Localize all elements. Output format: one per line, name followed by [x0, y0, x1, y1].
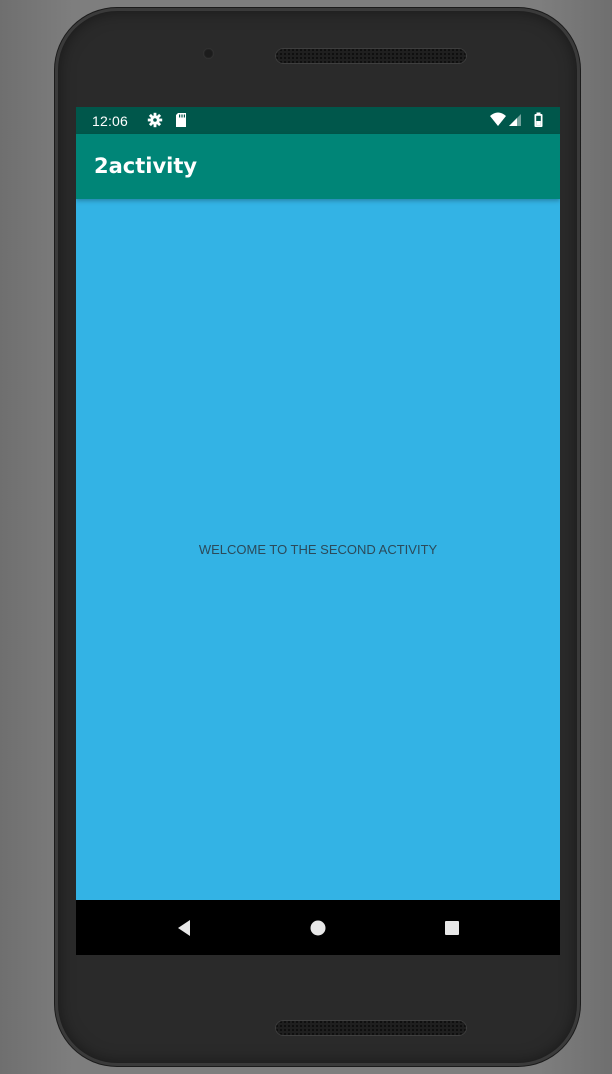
wifi-icon — [489, 112, 507, 133]
status-time: 12:06 — [92, 113, 129, 129]
front-camera — [203, 48, 214, 59]
activity-content: WELCOME TO THE SECOND ACTIVITY — [76, 199, 560, 900]
battery-icon — [534, 112, 543, 133]
top-speaker — [275, 48, 467, 64]
navigation-bar — [76, 900, 560, 955]
home-icon[interactable] — [306, 916, 330, 940]
app-bar: 2activity — [76, 134, 560, 199]
signal-icon — [508, 112, 522, 133]
recents-icon[interactable] — [440, 916, 464, 940]
status-bar: 12:06 — [76, 107, 560, 134]
sd-card-icon — [174, 112, 188, 133]
gear-icon — [147, 112, 163, 133]
device-screen: 12:06 2activity WELCOME TO THE SECOND AC… — [76, 107, 560, 955]
app-title: 2activity — [94, 154, 198, 178]
emulator-background: 12:06 2activity WELCOME TO THE SECOND AC… — [0, 0, 612, 1074]
back-icon[interactable] — [172, 916, 196, 940]
bottom-speaker — [275, 1020, 467, 1036]
welcome-message: WELCOME TO THE SECOND ACTIVITY — [198, 542, 438, 557]
